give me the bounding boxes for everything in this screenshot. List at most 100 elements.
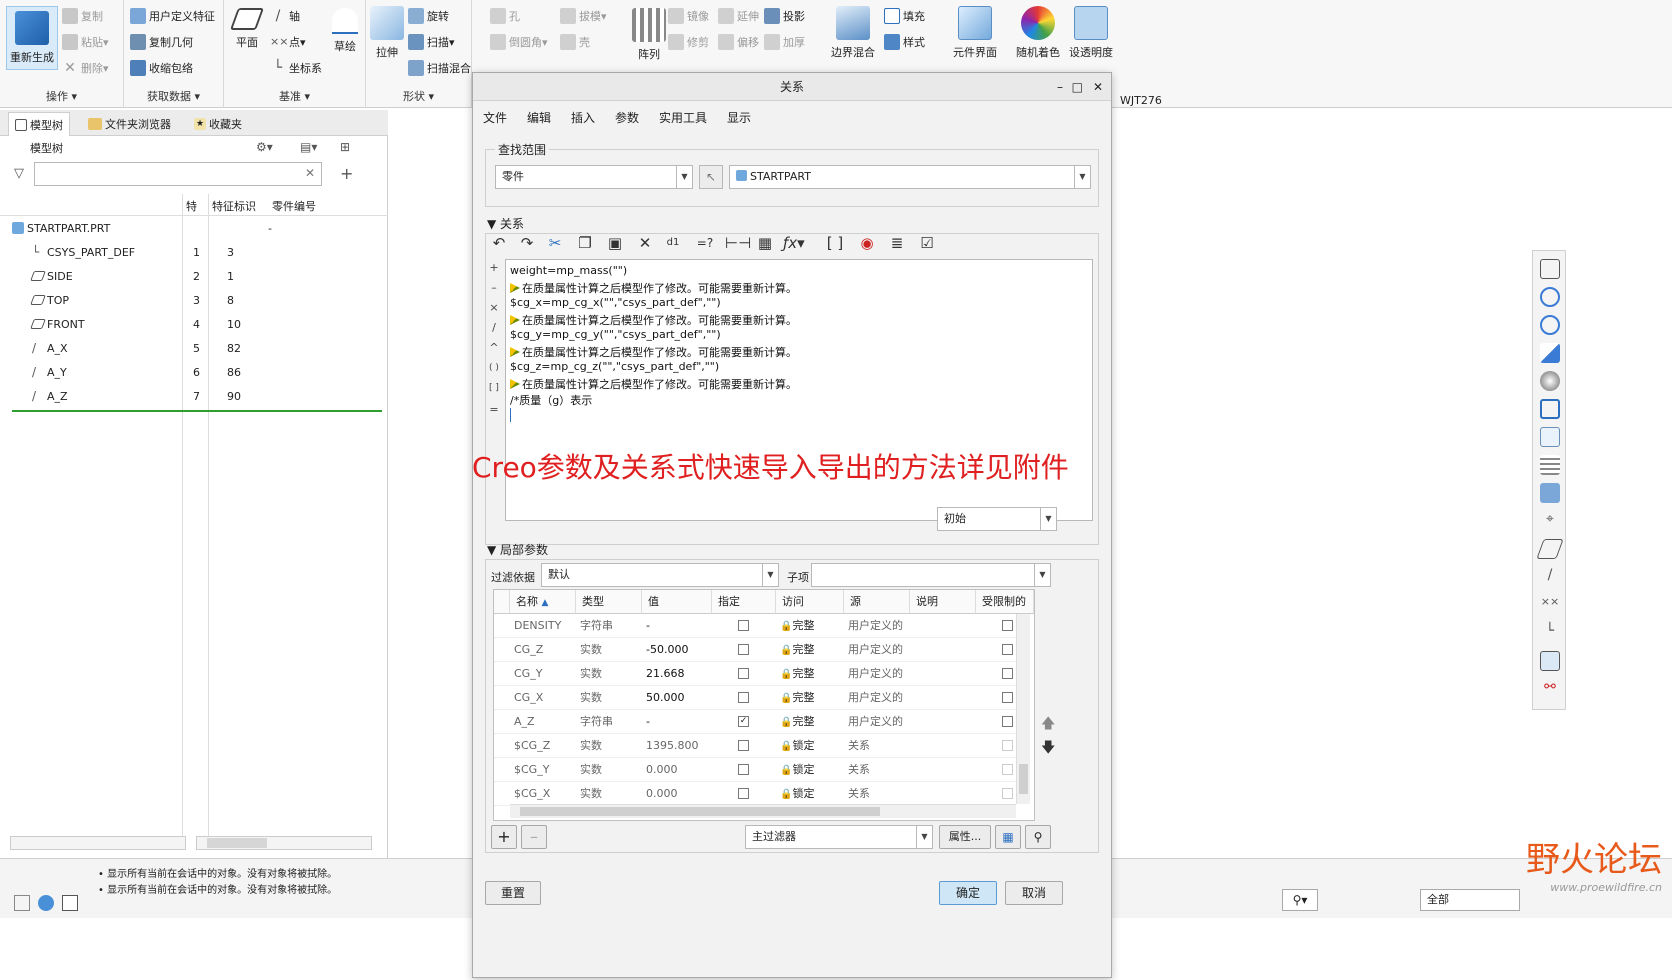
table-row[interactable]: A_Z 字符串 - ✓ 🔒完整 用户定义的 [494,710,1016,734]
refit-icon[interactable] [1540,259,1560,279]
saved-orientations-icon[interactable] [1540,399,1560,419]
operator-parens[interactable]: ( ) [487,363,501,373]
param-value[interactable]: - [642,614,712,638]
local-params-section-header[interactable]: ▼ 局部参数 [487,541,548,558]
restricted-checkbox[interactable] [1002,764,1013,775]
boundary-blend-button[interactable]: 边界混合 [828,6,878,60]
random-color-button[interactable]: 随机着色 [1014,6,1062,60]
tree-row[interactable]: SIDE 21 [12,264,382,288]
menu-utilities[interactable]: 实用工具 [659,109,707,126]
hole-button[interactable]: 孔 [490,6,520,26]
menu-file[interactable]: 文件 [483,109,507,126]
style-button[interactable]: 样式 [884,32,925,52]
paste-button[interactable]: 粘贴 ▾ [62,32,109,52]
main-filter-select[interactable]: 主过滤器 ▼ [745,825,933,849]
table-v-scrollbar[interactable] [1016,614,1030,804]
copy-icon[interactable]: ❐ [575,233,595,253]
tree-row-root[interactable]: STARTPART.PRT - [12,216,382,240]
menu-parameters[interactable]: 参数 [615,109,639,126]
evaluate-icon[interactable]: =? [695,233,715,253]
annotation-display-icon[interactable]: ⌖ [1540,511,1560,531]
trim-button[interactable]: 修剪 [668,32,709,52]
scope-type-select[interactable]: 零件 ▼ [495,165,693,189]
table-row[interactable]: $CG_X 实数 0.000 🔒锁定 关系 [494,782,1016,806]
axis-button[interactable]: / 轴 [270,6,300,26]
verify-icon[interactable]: ◉ [857,233,877,253]
draft-button[interactable]: 拔模 ▾ [560,6,607,26]
table-view-icon[interactable]: ▦ [995,825,1021,849]
col-header-type[interactable]: 特 [186,198,197,214]
restricted-checkbox[interactable] [1002,644,1013,655]
revolve-button[interactable]: 旋转 [408,6,449,26]
shrinkwrap-button[interactable]: 收缩包络 [130,58,193,78]
operator-equals[interactable]: = [487,403,501,416]
tree-columns-icon[interactable]: ▤▾ [300,140,317,154]
sub-item-select[interactable]: ▼ [811,563,1051,587]
designated-checkbox[interactable] [738,764,749,775]
col-header-description[interactable]: 说明 [910,590,976,614]
menu-edit[interactable]: 编辑 [527,109,551,126]
binoculars-icon[interactable]: ⚲ [1025,825,1051,849]
operator-multiply[interactable]: × [487,301,501,314]
designated-checkbox[interactable] [738,620,749,631]
cut-icon[interactable]: ✂ [545,233,565,253]
selection-filter[interactable]: 全部 [1420,889,1520,911]
browser-toggle-icon[interactable] [38,895,54,911]
delete-button[interactable]: ✕ 删除 ▾ [62,58,108,78]
table-row[interactable]: CG_Z 实数 -50.000 🔒完整 用户定义的 [494,638,1016,662]
point-button[interactable]: ×× 点 ▾ [270,32,306,52]
insert-bracket-icon[interactable]: [ ] [825,233,845,253]
menu-display[interactable]: 显示 [727,109,751,126]
copy-geometry-button[interactable]: 复制几何 [130,32,193,52]
component-interface-button[interactable]: 元件界面 [950,6,1000,60]
col-header-value[interactable]: 值 [642,590,712,614]
tab-favorites[interactable]: ★ 收藏夹 [188,112,248,136]
extend-button[interactable]: 延伸 [718,6,759,26]
delete-icon[interactable]: ✕ [635,233,655,253]
ok-button[interactable]: 确定 [939,881,997,905]
regenerate-button[interactable]: 重新生成 [6,6,58,70]
sort-icon[interactable]: ≣ [887,233,907,253]
round-button[interactable]: 倒圆角 ▾ [490,32,548,52]
cancel-button[interactable]: 取消 [1005,881,1063,905]
extrude-button[interactable]: 拉伸 [370,6,404,60]
col-header-type[interactable]: 类型 [576,590,642,614]
move-down-icon[interactable]: 🡇 [1041,737,1055,761]
table-row[interactable]: CG_X 实数 50.000 🔒完整 用户定义的 [494,686,1016,710]
col-header-part-number[interactable]: 零件编号 [272,198,316,214]
thicken-button[interactable]: 加厚 [764,32,805,52]
operator-brackets[interactable]: [ ] [487,383,501,393]
relations-section-header[interactable]: ▼ 关系 [487,215,524,232]
close-icon[interactable]: ✕ [1093,73,1103,101]
designated-checkbox[interactable] [738,668,749,679]
select-units-icon[interactable]: ▦ [755,233,775,253]
shell-button[interactable]: 壳 [560,32,590,52]
designated-checkbox[interactable] [738,788,749,799]
tree-row[interactable]: FRONT 4 10 [12,312,382,336]
sketch-button[interactable]: 草绘 [330,8,360,54]
reset-button[interactable]: 重置 [485,881,541,905]
h-scrollbar-right[interactable] [196,836,372,850]
param-value[interactable]: - [642,710,712,734]
scroll-thumb[interactable] [1019,764,1028,794]
fill-button[interactable]: 填充 [884,6,925,26]
operator-divide[interactable]: / [487,321,501,334]
scope-model-select[interactable]: STARTPART ▼ [729,165,1091,189]
col-header-source[interactable]: 源 [844,590,910,614]
table-h-scrollbar[interactable] [510,804,1016,818]
show-dimension-icon[interactable]: ⊢⊣ [725,233,751,253]
plane-button[interactable]: 平面 [229,8,265,50]
zoom-out-icon[interactable] [1540,315,1560,335]
tree-row[interactable]: └ CSYS_PART_DEF 13 [12,240,382,264]
col-header-designated[interactable]: 指定 [712,590,776,614]
insert-function-icon[interactable]: ƒx▾ [783,233,805,253]
clear-search-icon[interactable]: ✕ [305,166,315,180]
col-header-name[interactable]: 名称 ▲ [510,590,576,614]
restricted-checkbox[interactable] [1002,620,1013,631]
annotation-icon[interactable]: ⚯ [1540,679,1560,699]
project-button[interactable]: 投影 [764,6,805,26]
table-row[interactable]: CG_Y 实数 21.668 🔒完整 用户定义的 [494,662,1016,686]
param-value[interactable]: 0.000 [642,782,712,806]
table-row[interactable]: $CG_Z 实数 1395.800 🔒锁定 关系 [494,734,1016,758]
show-icon[interactable]: ⊞ [340,140,350,154]
